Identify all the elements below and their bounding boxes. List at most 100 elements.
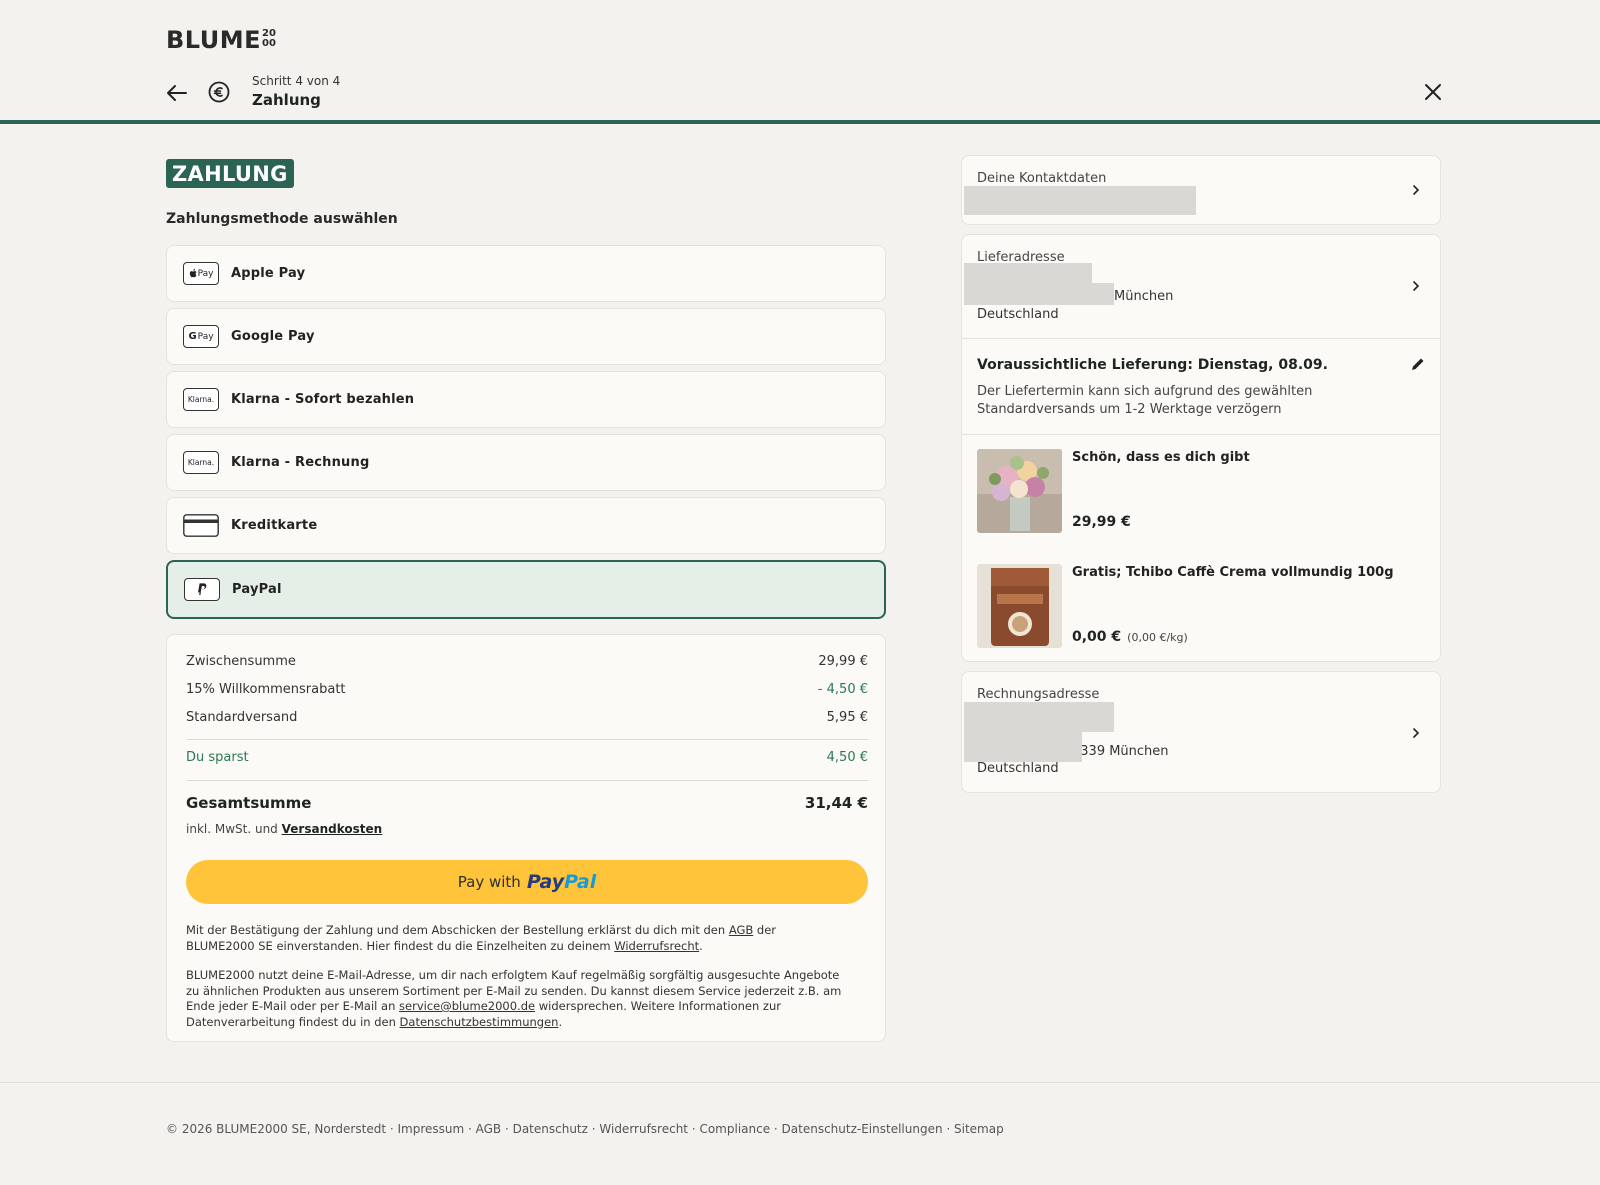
klarna-icon-text: Klarna. [187,395,215,404]
close-icon[interactable] [1421,80,1445,104]
delivery-date: Voraussichtliche Lieferung: Dienstag, 08… [977,357,1328,373]
redacted-address [964,702,1114,732]
product-image-bouquet [977,449,1062,533]
step-counter: Schritt 4 von 4 [252,74,341,88]
total-label: Gesamtsumme [186,794,312,812]
delivery-note: Der Liefertermin kann sich aufgrund des … [977,384,1313,417]
contact-card[interactable]: Deine Kontaktdaten [961,155,1441,225]
service-email-link[interactable]: service@blume2000.de [399,999,535,1013]
payment-method-label: Klarna - Sofort bezahlen [231,392,415,407]
total-row: Gesamtsumme 31,44 € [186,794,868,812]
order-summary: Zwischensumme 29,99 € 15% Willkommensrab… [166,634,886,1042]
checkout-header: BLUME 2000 Schritt 4 von 4 Zahlung [0,0,1600,124]
privacy-notice-text: BLUME2000 nutzt deine E-Mail-Adresse, um… [186,968,846,1030]
legal-text: . [558,1014,563,1029]
privacy-policy-link[interactable]: Datenschutzbestimmungen [400,1015,559,1029]
payment-method-paypal[interactable]: PayPal [166,560,886,619]
paypal-logo-part1: Pay [526,871,565,893]
paypal-icon [184,578,220,601]
paypal-button-text: Pay with [457,873,521,891]
paypal-logo-part2: Pal [564,871,597,893]
edit-pencil-icon[interactable] [1410,356,1426,372]
tax-note-text: inkl. MwSt. und [186,822,278,836]
chevron-right-icon[interactable] [1410,280,1422,292]
contact-label: Deine Kontaktdaten [977,171,1107,186]
redacted-address [964,263,1092,285]
total-value: 31,44 € [804,794,868,812]
legal-terms-text: Mit der Bestätigung der Zahlung und dem … [186,923,846,954]
unit-price: (0,00 €/kg) [1127,631,1188,644]
subtotal-label: Zwischensumme [186,654,296,669]
delivery-country: Deutschland [977,307,1059,322]
section-badge: ZAHLUNG [166,159,294,188]
klarna-icon-text: Klarna. [187,458,215,467]
google-pay-icon-text: Pay [197,331,214,342]
payment-method-label: Google Pay [231,329,315,344]
savings-value: 4,50 € [826,750,868,765]
section-subtitle: Zahlungsmethode auswählen [166,211,398,227]
product-price-value: 29,99 € [1072,514,1131,530]
payment-method-kreditkarte[interactable]: Kreditkarte [166,497,886,554]
product-name: Schön, dass es dich gibt [1072,450,1250,465]
shipping-row: Standardversand 5,95 € [186,710,868,725]
back-arrow-icon[interactable] [164,80,190,106]
product-image-coffee [977,564,1062,648]
billing-card[interactable]: Rechnungsadresse 0339 München Deutschlan… [961,671,1441,793]
chevron-right-icon[interactable] [1410,184,1422,196]
apple-pay-icon: Pay [183,262,219,285]
delivery-card: Lieferadresse München Deutschland Voraus… [961,234,1441,662]
logo-text: BLUME [166,26,261,54]
logo[interactable]: BLUME 2000 [166,26,280,54]
divider [186,780,868,781]
divider [186,739,868,740]
klarna-icon: Klarna. [183,388,219,411]
payment-method-klarna-rechnung[interactable]: Klarna. Klarna - Rechnung [166,434,886,491]
agb-link[interactable]: AGB [729,923,753,937]
payment-method-apple-pay[interactable]: Pay Apple Pay [166,245,886,302]
logo-sup: 2000 [262,28,276,49]
savings-label: Du sparst [186,750,249,765]
footer-divider [0,1082,1600,1083]
payment-method-label: Kreditkarte [231,518,318,533]
billing-label: Rechnungsadresse [977,687,1100,702]
step-title: Zahlung [252,91,321,109]
divider [962,434,1440,435]
payment-method-label: Klarna - Rechnung [231,455,370,470]
shipping-label: Standardversand [186,710,298,725]
payment-methods: Pay Apple Pay G Pay Google Pay Klarna. K… [166,245,886,625]
redacted-address [964,730,1082,762]
google-g-glyph: G [188,331,197,342]
redacted-address [964,283,1114,305]
billing-city: 0339 München [1072,744,1169,759]
apple-pay-icon-text: Pay [197,268,214,279]
euro-icon [208,81,230,103]
credit-card-icon [183,514,219,537]
discount-row: 15% Willkommensrabatt - 4,50 € [186,682,868,697]
legal-text: . [699,938,703,953]
tax-note: inkl. MwSt. und Versandkosten [186,822,382,836]
discount-value: - 4,50 € [817,682,868,697]
payment-method-label: Apple Pay [231,266,306,281]
shipping-costs-link[interactable]: Versandkosten [282,822,383,836]
payment-method-google-pay[interactable]: G Pay Google Pay [166,308,886,365]
payment-method-klarna-sofort[interactable]: Klarna. Klarna - Sofort bezahlen [166,371,886,428]
delivery-city: München [1114,289,1174,304]
paypal-pay-button[interactable]: Pay with Pay Pal [186,860,868,904]
product-price-value: 0,00 € [1072,629,1122,645]
delivery-estimate: Voraussichtliche Lieferung: Dienstag, 08… [962,338,1440,434]
discount-label: 15% Willkommensrabatt [186,682,346,697]
chevron-right-icon[interactable] [1410,727,1422,739]
widerrufsrecht-link[interactable]: Widerrufsrecht [614,939,699,953]
product-price: 0,00 € (0,00 €/kg) [1072,629,1188,645]
subtotal-row: Zwischensumme 29,99 € [186,654,868,669]
footer-links[interactable]: © 2026 BLUME2000 SE, Norderstedt · Impre… [166,1122,1004,1136]
redacted-contact [964,186,1196,215]
subtotal-value: 29,99 € [818,654,868,669]
klarna-icon: Klarna. [183,451,219,474]
google-pay-icon: G Pay [183,325,219,348]
product-name: Gratis; Tchibo Caffè Crema vollmundig 10… [1072,565,1394,580]
payment-method-label: PayPal [232,582,282,597]
shipping-value: 5,95 € [826,710,868,725]
product-price: 29,99 € [1072,514,1131,530]
billing-country: Deutschland [977,761,1059,776]
